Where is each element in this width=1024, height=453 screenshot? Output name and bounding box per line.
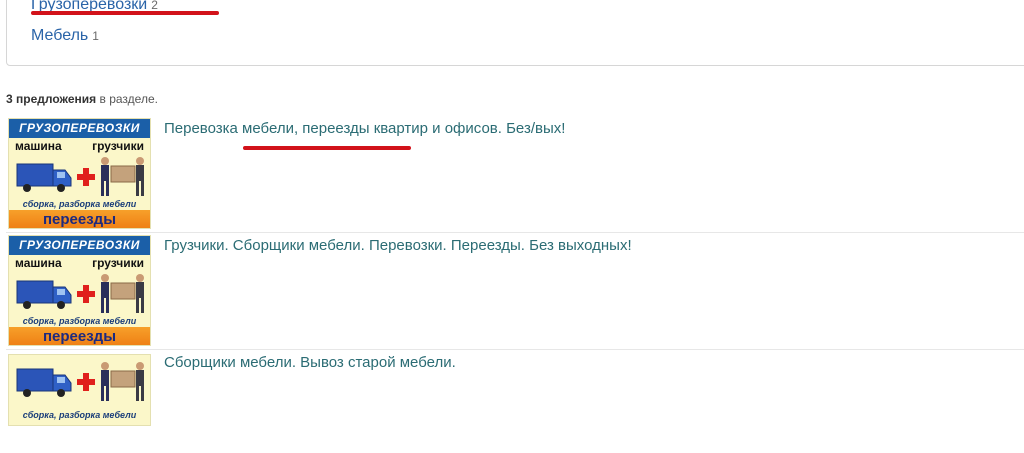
banner-artwork	[9, 359, 150, 409]
plus-icon	[77, 168, 95, 186]
banner-right-word: грузчики	[92, 139, 144, 153]
banner-caption: сборка, разборка мебели	[22, 316, 137, 326]
listing-title-link[interactable]: Перевозка мебели, переезды квартир и офи…	[164, 120, 565, 137]
truck-icon	[16, 368, 72, 397]
category-count: 1	[92, 29, 99, 43]
red-underline-annotation	[31, 11, 219, 15]
listing-thumbnail[interactable]: ГРУЗОПЕРЕВОЗКИ машина грузчики сборка, р…	[8, 118, 151, 229]
banner-bottom-text: переезды	[9, 327, 150, 345]
banner-title: ГРУЗОПЕРЕВОЗКИ	[9, 236, 150, 255]
banner-title: ГРУЗОПЕРЕВОЗКИ	[9, 119, 150, 138]
listing-list: ГРУЗОПЕРЕВОЗКИ машина грузчики сборка, р…	[6, 116, 1024, 453]
category-filter-box: Грузоперевозки 2 Мебель 1	[6, 0, 1024, 66]
red-underline-annotation	[243, 146, 411, 150]
banner-left-word: машина	[15, 139, 62, 153]
banner-artwork	[9, 271, 150, 315]
banner-right-word: грузчики	[92, 256, 144, 270]
listing-row: сборка, разборка мебели Сборщики мебели.…	[6, 350, 1024, 453]
listing-thumbnail[interactable]: сборка, разборка мебели	[8, 354, 151, 426]
listing-thumbnail[interactable]: ГРУЗОПЕРЕВОЗКИ машина грузчики сборка, р…	[8, 235, 151, 346]
banner-artwork	[9, 154, 150, 198]
banner-caption: сборка, разборка мебели	[22, 410, 137, 420]
results-summary: 3 предложения в разделе.	[6, 92, 158, 106]
banner-left-word: машина	[15, 256, 62, 270]
mover-icon	[101, 362, 144, 401]
banner-subtitle: машина грузчики	[9, 138, 150, 154]
category-link-furniture[interactable]: Мебель 1	[31, 27, 99, 45]
category-label: Мебель	[31, 27, 89, 44]
banner-bottom-text: переезды	[9, 210, 150, 228]
mover-icon	[101, 274, 144, 313]
plus-icon	[77, 373, 95, 391]
plus-icon	[77, 285, 95, 303]
mover-icon	[101, 157, 144, 196]
banner-caption: сборка, разборка мебели	[22, 199, 137, 209]
listing-row: ГРУЗОПЕРЕВОЗКИ машина грузчики сборка, р…	[6, 233, 1024, 350]
listing-title-link[interactable]: Грузчики. Сборщики мебели. Перевозки. Пе…	[164, 237, 632, 254]
results-suffix: в разделе.	[96, 92, 158, 106]
banner-subtitle: машина грузчики	[9, 255, 150, 271]
truck-icon	[16, 163, 72, 192]
listing-row: ГРУЗОПЕРЕВОЗКИ машина грузчики сборка, р…	[6, 116, 1024, 233]
listing-title-link[interactable]: Сборщики мебели. Вывоз старой мебели.	[164, 354, 456, 371]
results-count: 3 предложения	[6, 92, 97, 106]
truck-icon	[16, 280, 72, 309]
